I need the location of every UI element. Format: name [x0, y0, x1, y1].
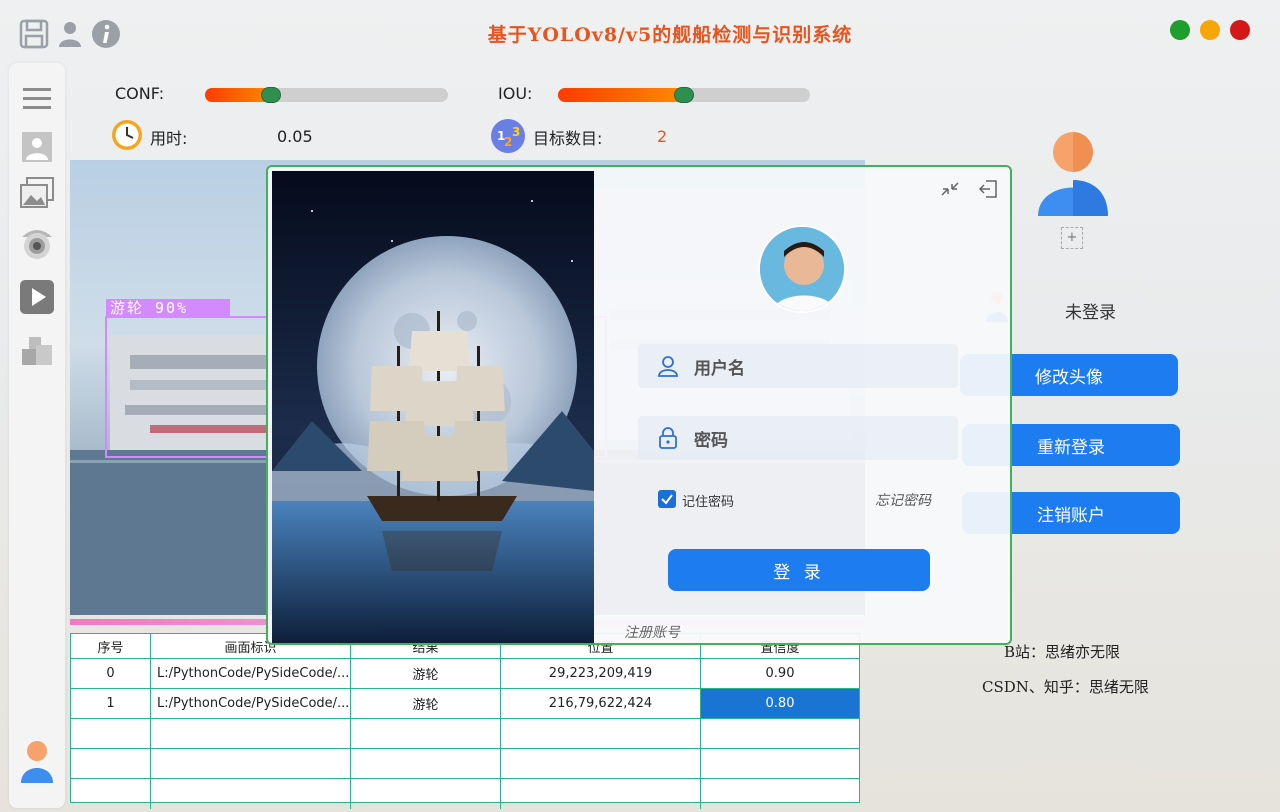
- table-row-empty[interactable]: [71, 719, 859, 749]
- cell-source[interactable]: L:/PythonCode/PySideCode/...: [151, 659, 351, 688]
- cell-index[interactable]: 0: [71, 659, 151, 688]
- cell-position[interactable]: 29,223,209,419: [501, 659, 701, 688]
- conf-label: CONF:: [115, 84, 165, 103]
- empty-cell[interactable]: [351, 749, 501, 778]
- cell-confidence-selected[interactable]: 0.80: [701, 689, 859, 718]
- info-icon[interactable]: [90, 18, 122, 50]
- maximize-button[interactable]: [1170, 20, 1190, 40]
- images-folder-icon[interactable]: [19, 175, 55, 211]
- empty-cell[interactable]: [151, 719, 351, 748]
- user-avatar-large[interactable]: [1036, 130, 1110, 218]
- register-link[interactable]: 注册账号: [624, 622, 680, 642]
- login-button[interactable]: 登 录: [668, 549, 930, 591]
- username-input[interactable]: 用户名: [694, 354, 745, 379]
- login-dialog: 用户名 密码 记住密码 忘记密码 登 录 注册账号: [266, 165, 1012, 645]
- svg-text:3: 3: [512, 125, 520, 139]
- empty-cell[interactable]: [501, 719, 701, 748]
- app-title: 基于YOLOv8/v5的舰船检测与识别系统: [487, 24, 853, 46]
- empty-cell[interactable]: [71, 779, 151, 809]
- remember-label: 记住密码: [682, 495, 735, 510]
- ship-moon-image: [272, 171, 594, 643]
- empty-cell[interactable]: [151, 779, 351, 809]
- empty-cell[interactable]: [701, 749, 859, 778]
- conf-slider-handle[interactable]: [261, 87, 281, 103]
- model-cube-icon[interactable]: [19, 333, 55, 369]
- user-icon[interactable]: [54, 18, 86, 50]
- empty-cell[interactable]: [151, 749, 351, 778]
- avatar-icon[interactable]: [19, 739, 55, 783]
- username-field[interactable]: 用户名: [638, 344, 958, 388]
- minimize-dialog-icon[interactable]: [936, 175, 964, 203]
- image-icon[interactable]: [19, 129, 55, 165]
- menu-icon[interactable]: [19, 81, 55, 117]
- password-field[interactable]: 密码: [638, 416, 958, 460]
- count-icon: 123: [490, 118, 526, 154]
- camera-icon[interactable]: [19, 225, 55, 261]
- header-index[interactable]: 序号: [71, 634, 151, 658]
- cell-confidence[interactable]: 0.90: [701, 659, 859, 688]
- cell-result[interactable]: 游轮: [351, 689, 501, 718]
- login-avatar: [758, 225, 846, 313]
- credit-bilibili: B站：思绪亦无限: [1004, 643, 1121, 661]
- cell-index[interactable]: 1: [71, 689, 151, 718]
- empty-cell[interactable]: [351, 779, 501, 809]
- remember-checkbox[interactable]: [658, 490, 676, 508]
- time-label: 用时:: [150, 129, 188, 148]
- video-play-icon[interactable]: [19, 279, 55, 315]
- empty-cell[interactable]: [501, 749, 701, 778]
- table-row-empty[interactable]: [71, 749, 859, 779]
- cell-source[interactable]: L:/PythonCode/PySideCode/...: [151, 689, 351, 718]
- empty-cell[interactable]: [71, 749, 151, 778]
- empty-cell[interactable]: [351, 719, 501, 748]
- conf-slider[interactable]: [205, 88, 448, 102]
- iou-label: IOU:: [498, 84, 533, 103]
- table-row[interactable]: 1 L:/PythonCode/PySideCode/... 游轮 216,79…: [71, 689, 859, 719]
- table-row[interactable]: 0 L:/PythonCode/PySideCode/... 游轮 29,223…: [71, 659, 859, 689]
- empty-cell[interactable]: [701, 779, 859, 809]
- count-label: 目标数目:: [533, 129, 603, 148]
- cell-position[interactable]: 216,79,622,424: [501, 689, 701, 718]
- results-table: 序号 画面标识 结果 位置 置信度 0 L:/PythonCode/PySide…: [70, 633, 860, 809]
- credit-csdn: CSDN、知乎：思绪无限: [982, 678, 1149, 696]
- sidebar: [9, 63, 65, 808]
- cell-result[interactable]: 游轮: [351, 659, 501, 688]
- time-value: 0.05: [277, 127, 313, 146]
- empty-cell[interactable]: [501, 779, 701, 809]
- clock-icon: [110, 118, 144, 152]
- user-outline-icon: [658, 356, 678, 377]
- close-button[interactable]: [1230, 20, 1250, 40]
- detection-label: 游轮 90%: [110, 299, 188, 317]
- empty-cell[interactable]: [701, 719, 859, 748]
- count-value: 2: [657, 127, 668, 146]
- iou-slider-handle[interactable]: [674, 87, 694, 103]
- empty-cell[interactable]: [71, 719, 151, 748]
- minimize-button[interactable]: [1200, 20, 1220, 40]
- forgot-password-link[interactable]: 忘记密码: [875, 490, 931, 510]
- table-row-empty[interactable]: [71, 779, 859, 809]
- login-status: 未登录: [1065, 303, 1116, 323]
- password-input[interactable]: 密码: [694, 426, 728, 451]
- exit-dialog-icon[interactable]: [974, 175, 1002, 203]
- add-avatar-button[interactable]: +: [1061, 227, 1083, 249]
- lock-icon: [659, 427, 677, 449]
- save-icon[interactable]: [18, 18, 50, 50]
